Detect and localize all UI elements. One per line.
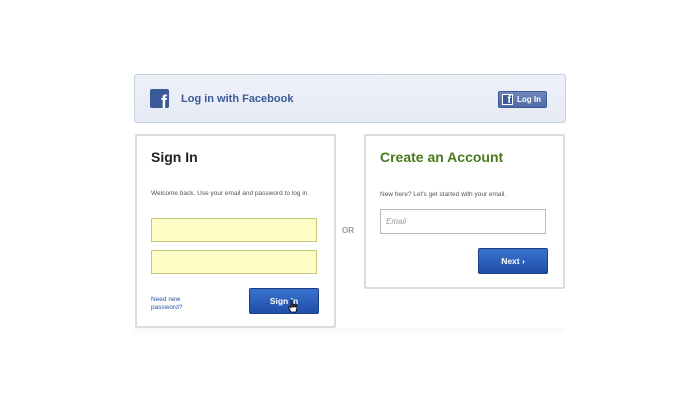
facebook-icon: f (150, 89, 169, 108)
bottom-shadow (134, 328, 566, 334)
or-separator: OR (342, 226, 354, 235)
facebook-login-button-label: Log In (517, 95, 541, 104)
create-account-email-input[interactable] (380, 209, 546, 234)
sign-in-button[interactable]: Sign In (249, 288, 319, 314)
create-account-panel: Create an Account New here? Let's get st… (364, 134, 565, 289)
facebook-login-button[interactable]: f Log In (498, 91, 547, 108)
need-new-password-link[interactable]: Need new password? (151, 296, 211, 312)
create-account-title: Create an Account (380, 149, 504, 165)
sign-in-panel: Sign In Welcome back. Use your email and… (135, 134, 336, 328)
sign-in-password-input[interactable] (151, 250, 317, 274)
facebook-login-bar[interactable]: f Log in with Facebook f Log In (134, 74, 566, 123)
facebook-logo-letter: f (161, 92, 167, 108)
create-account-intro: New here? Let's get started with your em… (380, 191, 507, 198)
sign-in-email-input[interactable] (151, 218, 317, 242)
facebook-icon: f (502, 94, 513, 105)
facebook-login-label: Log in with Facebook (181, 93, 294, 105)
sign-in-intro: Welcome back. Use your email and passwor… (151, 190, 310, 197)
sign-in-title: Sign In (151, 149, 198, 165)
next-button[interactable]: Next › (478, 248, 548, 274)
facebook-button-letter: f (507, 94, 511, 105)
